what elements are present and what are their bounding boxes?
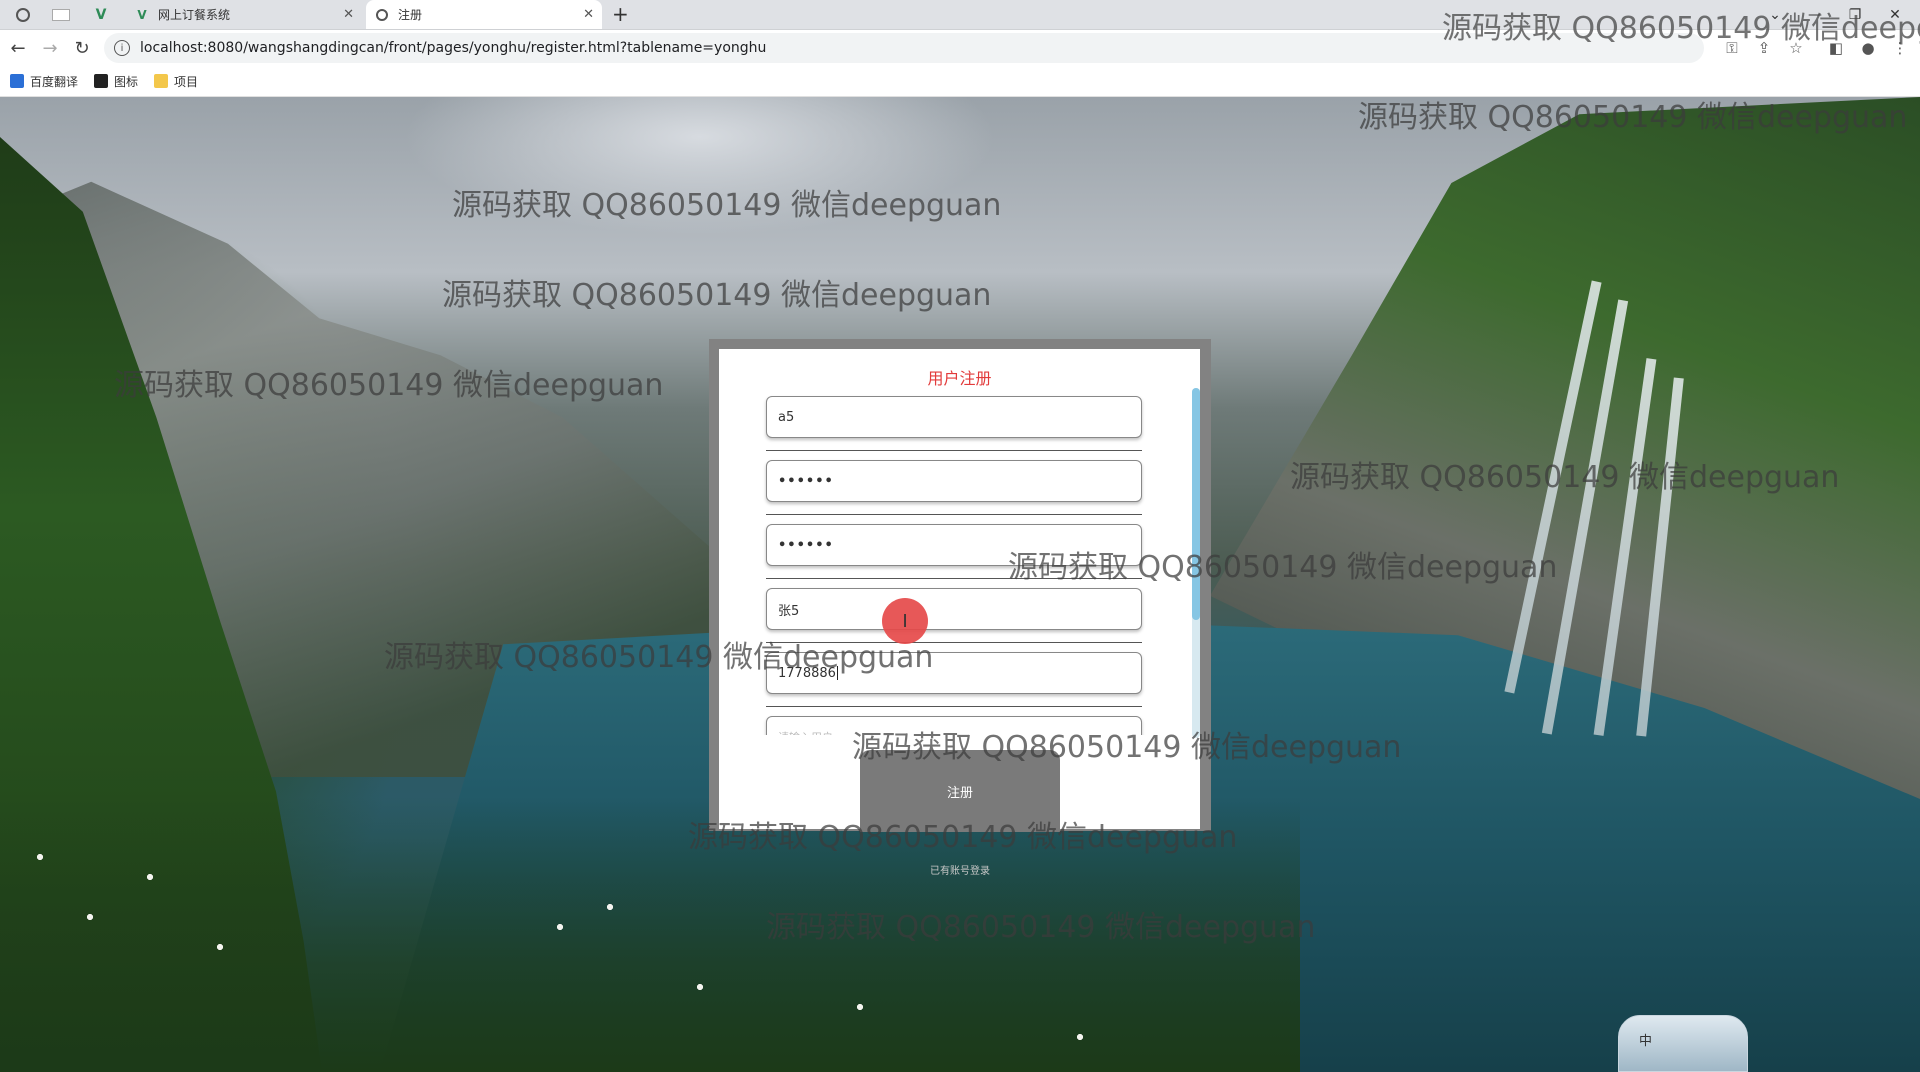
new-tab-button[interactable]: + xyxy=(612,2,629,26)
site-info-icon[interactable]: i xyxy=(114,40,130,56)
tab-ordering-system[interactable]: V 网上订餐系统 ✕ xyxy=(126,0,362,29)
ime-indicator[interactable]: 中 xyxy=(1618,1015,1748,1072)
forward-icon[interactable]: → xyxy=(38,36,62,60)
close-tab-icon[interactable]: ✕ xyxy=(583,7,594,22)
vue-icon: V xyxy=(95,6,107,23)
globe-icon xyxy=(374,7,390,23)
bookmark-projects[interactable]: 项目 xyxy=(154,73,198,90)
bookmark-label: 百度翻译 xyxy=(30,74,79,89)
folder-icon xyxy=(154,74,169,88)
browser-window: V V 网上订餐系统 ✕ 注册 ✕ + ⌄ — ❐ ✕ ← → ↻ i loca… xyxy=(0,0,1920,1072)
watermark: 源码获取 QQ86050149 微信deepguan xyxy=(1358,100,1908,135)
field-divider xyxy=(766,514,1142,515)
watermark: 源码获取 QQ86050149 微信deepguan xyxy=(384,640,934,675)
reload-icon[interactable]: ↻ xyxy=(70,36,94,60)
field-value: •••••• xyxy=(778,473,834,489)
watermark: 源码获取 QQ86050149 微信deepguan xyxy=(852,730,1402,765)
tab-label: 网上订餐系统 xyxy=(158,8,231,22)
close-tab-icon[interactable]: ✕ xyxy=(343,7,354,22)
globe-icon xyxy=(16,7,30,22)
register-button-label: 注册 xyxy=(946,785,973,801)
bookmark-label: 项目 xyxy=(174,74,199,89)
watermark-top: 源码获取 QQ86050149 微信deepg xyxy=(1442,11,1920,46)
bookmark-baidu-translate[interactable]: 百度翻译 xyxy=(10,73,78,90)
tab-register[interactable]: 注册 ✕ xyxy=(366,0,602,29)
watermark: 源码获取 QQ86050149 微信deepguan xyxy=(114,368,664,403)
translate-icon xyxy=(10,74,24,88)
text-cursor-icon: I xyxy=(902,610,908,632)
account-input[interactable]: a5 xyxy=(766,396,1142,438)
vue-icon: V xyxy=(137,7,147,22)
field-value: 张5 xyxy=(778,603,800,619)
watermark: 源码获取 QQ86050149 微信deepguan xyxy=(688,820,1238,855)
pinned-tab-globe[interactable] xyxy=(6,0,40,29)
bookmark-label: 图标 xyxy=(114,74,139,89)
blank-page-icon xyxy=(52,8,70,21)
image-icon xyxy=(94,74,109,88)
field-divider xyxy=(766,706,1142,707)
field-divider xyxy=(766,450,1142,451)
password-input[interactable]: •••••• xyxy=(766,460,1142,502)
watermark: 源码获取 QQ86050149 微信deepguan xyxy=(452,188,1002,223)
name-input[interactable]: 张5 xyxy=(766,588,1142,630)
watermark: 源码获取 QQ86050149 微信deepguan xyxy=(1008,550,1558,585)
bookmark-icons[interactable]: 图标 xyxy=(94,73,138,90)
field-value: a5 xyxy=(778,409,795,425)
pinned-tab-blank[interactable] xyxy=(44,0,78,29)
watermark: 源码获取 QQ86050149 微信deepguan xyxy=(766,910,1316,945)
watermark: 源码获取 QQ86050149 微信deepguan xyxy=(442,278,992,313)
tab-label: 注册 xyxy=(398,8,423,22)
watermark: 源码获取 QQ86050149 微信deepguan xyxy=(1290,460,1840,495)
url-text: localhost:8080/wangshangdingcan/front/pa… xyxy=(140,40,767,56)
back-icon[interactable]: ← xyxy=(6,36,30,60)
login-link[interactable]: 已有账号登录 xyxy=(0,862,1920,877)
form-title: 用户注册 xyxy=(927,369,992,388)
field-value: •••••• xyxy=(778,537,834,553)
pinned-tab-vue[interactable]: V xyxy=(84,0,118,29)
ime-label: 中 xyxy=(1639,1034,1653,1049)
